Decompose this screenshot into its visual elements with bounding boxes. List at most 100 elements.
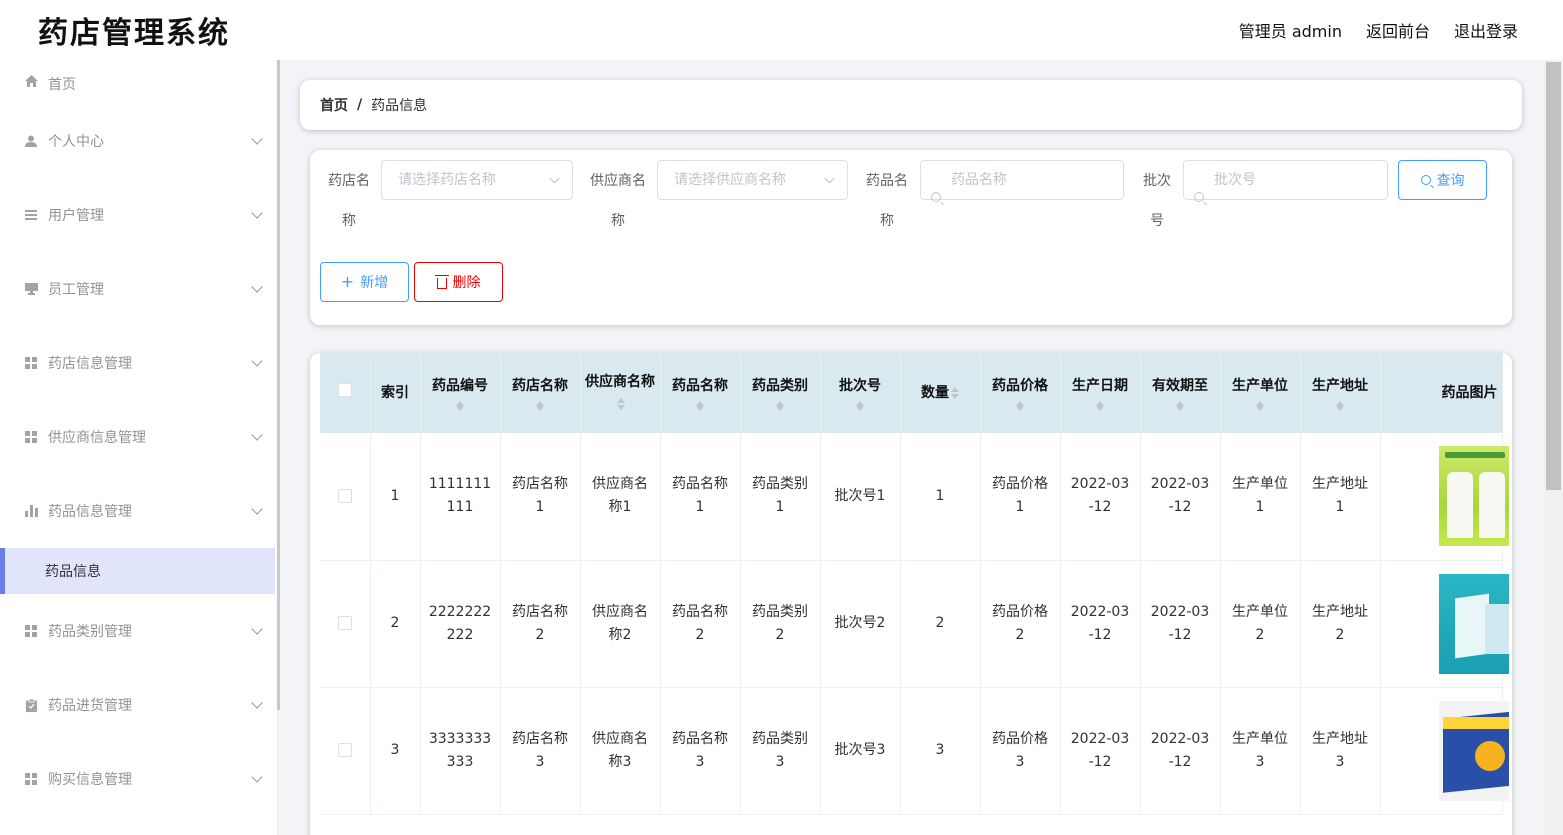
- cell-mfg-date: 2022-03-12: [1060, 433, 1141, 561]
- cell-code: 3333333333: [420, 687, 501, 815]
- cell-name: 药品名称2: [660, 560, 741, 688]
- row-checkbox[interactable]: [337, 616, 352, 630]
- sidebar-item-buy-info[interactable]: 购买信息管理: [0, 742, 277, 816]
- cell-name: 药品名称1: [660, 433, 741, 561]
- cell-index: 3: [370, 687, 421, 815]
- admin-user-link[interactable]: 管理员 admin: [1239, 18, 1342, 42]
- batch-input[interactable]: 批次号: [1183, 160, 1388, 202]
- sidebar-item-drug-category[interactable]: 药品类别管理: [0, 594, 277, 668]
- drug-image[interactable]: [1438, 446, 1509, 547]
- sidebar-item-users[interactable]: 用户管理: [0, 178, 277, 252]
- clipboard-icon: [24, 698, 38, 712]
- user-icon: [24, 134, 38, 148]
- cell-address: 生产地址2: [1300, 560, 1381, 688]
- query-button[interactable]: 查询: [1398, 160, 1487, 200]
- sidebar-item-drug-info[interactable]: 药品信息管理: [0, 474, 277, 548]
- col-supplier[interactable]: 供应商名称: [580, 353, 661, 433]
- chevron-down-icon: [251, 697, 263, 709]
- table-row: 1 1111111111 药店名称1 供应商名称1 药品名称1 药品类别1 批次…: [320, 433, 1509, 561]
- cell-image: [1380, 687, 1509, 815]
- row-select-cell[interactable]: [320, 560, 371, 688]
- sidebar-item-label: 用户管理: [48, 208, 104, 224]
- sort-icon: [856, 401, 864, 411]
- sort-icon: [1016, 401, 1024, 411]
- col-expiry[interactable]: 有效期至: [1140, 353, 1221, 433]
- chevron-down-icon: [251, 355, 263, 367]
- drug-image[interactable]: [1438, 573, 1509, 674]
- chevron-down-icon: [251, 623, 263, 635]
- drug-name-input[interactable]: 药品名称: [920, 160, 1124, 202]
- sidebar-item-drug-purchase[interactable]: 药品进货管理: [0, 668, 277, 742]
- cell-index: 2: [370, 560, 421, 688]
- grid-icon: [24, 430, 38, 444]
- app-title: 药店管理系统: [38, 16, 230, 51]
- cell-pharmacy: 药店名称1: [500, 433, 581, 561]
- col-price[interactable]: 药品价格: [980, 353, 1061, 433]
- search-icon: [1194, 192, 1204, 202]
- cell-qty: 2: [900, 560, 981, 688]
- breadcrumb: 首页 / 药品信息: [300, 80, 1522, 130]
- chevron-down-icon: [824, 173, 835, 184]
- cell-expiry: 2022-03-12: [1140, 433, 1221, 561]
- delete-button[interactable]: 删除: [414, 262, 503, 302]
- bar-chart-icon: [24, 504, 38, 518]
- logout-link[interactable]: 退出登录: [1454, 18, 1518, 42]
- col-batch[interactable]: 批次号: [820, 353, 901, 433]
- top-header: 药店管理系统 管理员 admin 返回前台 退出登录: [0, 0, 1563, 60]
- col-pharmacy[interactable]: 药店名称: [500, 353, 581, 433]
- row-select-cell[interactable]: [320, 433, 371, 561]
- cell-category: 药品类别3: [740, 687, 821, 815]
- sidebar-subitem-drug-info[interactable]: 药品信息: [0, 548, 275, 594]
- sidebar-item-profile[interactable]: 个人中心: [0, 104, 277, 178]
- row-checkbox[interactable]: [337, 488, 352, 503]
- search-icon: [1420, 175, 1431, 185]
- back-to-front-link[interactable]: 返回前台: [1366, 18, 1430, 42]
- add-button[interactable]: + 新增: [320, 262, 409, 302]
- sort-icon: [1336, 401, 1344, 411]
- scrollbar-thumb[interactable]: [1546, 62, 1561, 490]
- cell-maker: 生产单位2: [1220, 560, 1301, 688]
- drug-image[interactable]: [1438, 700, 1509, 801]
- col-name[interactable]: 药品名称: [660, 353, 741, 433]
- grid-icon: [24, 356, 38, 370]
- sidebar-item-pharmacy-info[interactable]: 药店信息管理: [0, 326, 277, 400]
- col-category[interactable]: 药品类别: [740, 353, 821, 433]
- cell-qty: 1: [900, 433, 981, 561]
- supplier-select[interactable]: 请选择供应商名称: [657, 160, 848, 200]
- sort-icon: [1256, 401, 1264, 411]
- sidebar-item-supplier-info[interactable]: 供应商信息管理: [0, 400, 277, 474]
- row-select-cell[interactable]: [320, 687, 371, 815]
- sort-icon: [696, 401, 704, 411]
- cell-expiry: 2022-03-12: [1140, 687, 1221, 815]
- col-address[interactable]: 生产地址: [1300, 353, 1381, 433]
- cell-supplier: 供应商名称1: [580, 433, 661, 561]
- col-qty[interactable]: 数量: [900, 353, 981, 433]
- home-icon: [24, 74, 38, 88]
- breadcrumb-home[interactable]: 首页: [320, 95, 348, 115]
- search-icon: [931, 192, 941, 202]
- sort-icon: [536, 401, 544, 411]
- cell-pharmacy: 药店名称3: [500, 687, 581, 815]
- col-image: 药品图片: [1380, 353, 1503, 433]
- cell-image: [1380, 560, 1509, 688]
- cell-price: 药品价格1: [980, 433, 1061, 561]
- sidebar-item-home[interactable]: 首页: [0, 60, 277, 104]
- select-all-checkbox[interactable]: [337, 383, 352, 397]
- sidebar-item-staff[interactable]: 员工管理: [0, 252, 277, 326]
- cell-mfg-date: 2022-03-12: [1060, 687, 1141, 815]
- cell-maker: 生产单位1: [1220, 433, 1301, 561]
- pharmacy-name-label: 药店名 称: [328, 173, 370, 229]
- row-checkbox[interactable]: [337, 743, 352, 757]
- col-maker[interactable]: 生产单位: [1220, 353, 1301, 433]
- sidebar-item-label: 药品进货管理: [48, 698, 132, 714]
- col-code[interactable]: 药品编号: [420, 353, 501, 433]
- pharmacy-select[interactable]: 请选择药店名称: [381, 160, 573, 200]
- cell-address: 生产地址3: [1300, 687, 1381, 815]
- page-scrollbar[interactable]: [1544, 60, 1563, 835]
- col-mfg-date[interactable]: 生产日期: [1060, 353, 1141, 433]
- supplier-name-label: 供应商名 称: [590, 173, 646, 229]
- select-all-cell[interactable]: [320, 353, 371, 433]
- cell-image: [1380, 433, 1509, 561]
- sidebar-item-label: 个人中心: [48, 134, 104, 150]
- drug-name-label: 药品名 称: [866, 173, 908, 229]
